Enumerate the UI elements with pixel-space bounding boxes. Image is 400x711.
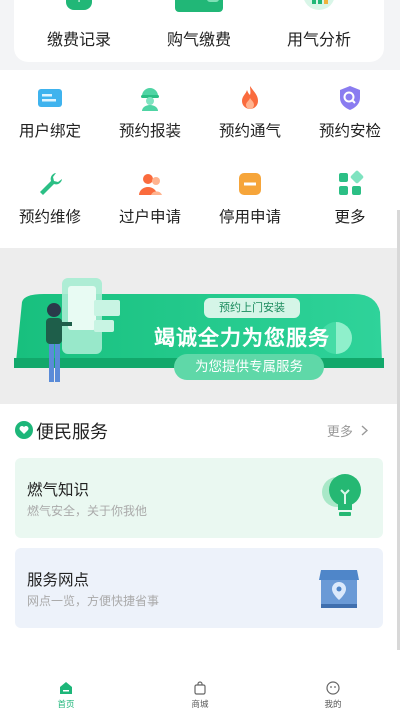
tab-label: 首页 [57,700,75,710]
card-subtitle: 网点一览，方便快捷省事 [27,594,160,608]
worker-icon [136,84,164,112]
quick-actions-card: ¥ 缴费记录 购气缴费 用气分析 [14,0,384,62]
gas-knowledge-card[interactable]: 燃气知识 燃气安全，关于你我他 [15,458,383,538]
banner-area: 预约上门安装 竭诚全力为您服务 为您提供专属服务 [0,248,400,404]
wallet-icon [173,0,225,20]
home-icon [59,680,73,699]
heart-icon [14,420,34,444]
card-subtitle: 燃气安全，关于你我他 [27,504,148,518]
store-location-icon [317,564,361,614]
card-title: 燃气知识 [27,481,90,499]
banner-title: 竭诚全力为您服务 [154,326,330,350]
lightbulb-icon [317,472,365,528]
grid-item-repair[interactable]: 预约维修 [0,156,100,240]
apps-icon [336,170,364,198]
grid-label: 预约安检 [318,122,381,140]
flame-icon [236,84,264,112]
more-label: 更多 [326,425,353,440]
banner-subtitle: 为您提供专属服务 [174,354,324,380]
card-title: 服务网点 [27,571,90,589]
grid-item-install-booking[interactable]: 预约报装 [100,70,200,154]
bill-record-icon: ¥ [62,0,96,16]
banner-tag: 预约上门安装 [204,298,300,318]
section-title: 便民服务 [36,422,108,443]
chevron-right-icon [361,425,369,440]
profile-icon [326,680,340,699]
convenience-section: 便民服务 更多 燃气知识 燃气安全，关于你我他 服务网点 网点一览，方便快捷省事 [0,404,400,674]
gas-analysis-label: 用气分析 [286,30,351,49]
shield-search-icon [336,84,364,112]
section-header: 便民服务 更多 [14,418,386,444]
analysis-icon [299,0,339,18]
service-grid: 用户绑定 预约报装 预约通气 预约安检 预约维修 过户申请 停用申请 更多 [0,70,400,248]
tab-label: 我的 [324,700,342,710]
grid-item-user-binding[interactable]: 用户绑定 [0,70,100,154]
transfer-user-icon [136,170,164,198]
wrench-icon [36,170,64,198]
grid-label: 预约通气 [218,122,281,140]
tab-label: 商城 [191,700,209,710]
bill-record-label: 缴费记录 [46,30,111,49]
grid-label: 预约维修 [18,208,81,226]
service-outlets-card[interactable]: 服务网点 网点一览，方便快捷省事 [15,548,383,628]
grid-item-stop-use[interactable]: 停用申请 [200,156,300,240]
bottom-tab-bar: 首页 商城 我的 [0,674,400,711]
grid-label: 过户申请 [118,208,181,226]
grid-item-transfer[interactable]: 过户申请 [100,156,200,240]
top-quick-actions: ¥ 缴费记录 购气缴费 用气分析 [0,0,400,70]
buy-gas-label: 购气缴费 [166,30,231,49]
bag-icon [193,680,207,699]
grid-item-gas-opening[interactable]: 预约通气 [200,70,300,154]
grid-item-safety-check[interactable]: 预约安检 [300,70,400,154]
grid-label: 更多 [334,208,366,226]
svg-text:¥: ¥ [76,0,82,5]
more-link[interactable]: 更多 [326,421,369,440]
grid-label: 停用申请 [218,208,281,226]
promo-banner[interactable]: 预约上门安装 竭诚全力为您服务 为您提供专属服务 [14,272,384,382]
grid-item-more[interactable]: 更多 [300,156,400,240]
grid-label: 用户绑定 [18,122,81,140]
stop-icon [236,170,264,198]
id-card-icon [36,84,64,112]
person-illustration-icon [46,303,72,382]
grid-label: 预约报装 [118,122,181,140]
